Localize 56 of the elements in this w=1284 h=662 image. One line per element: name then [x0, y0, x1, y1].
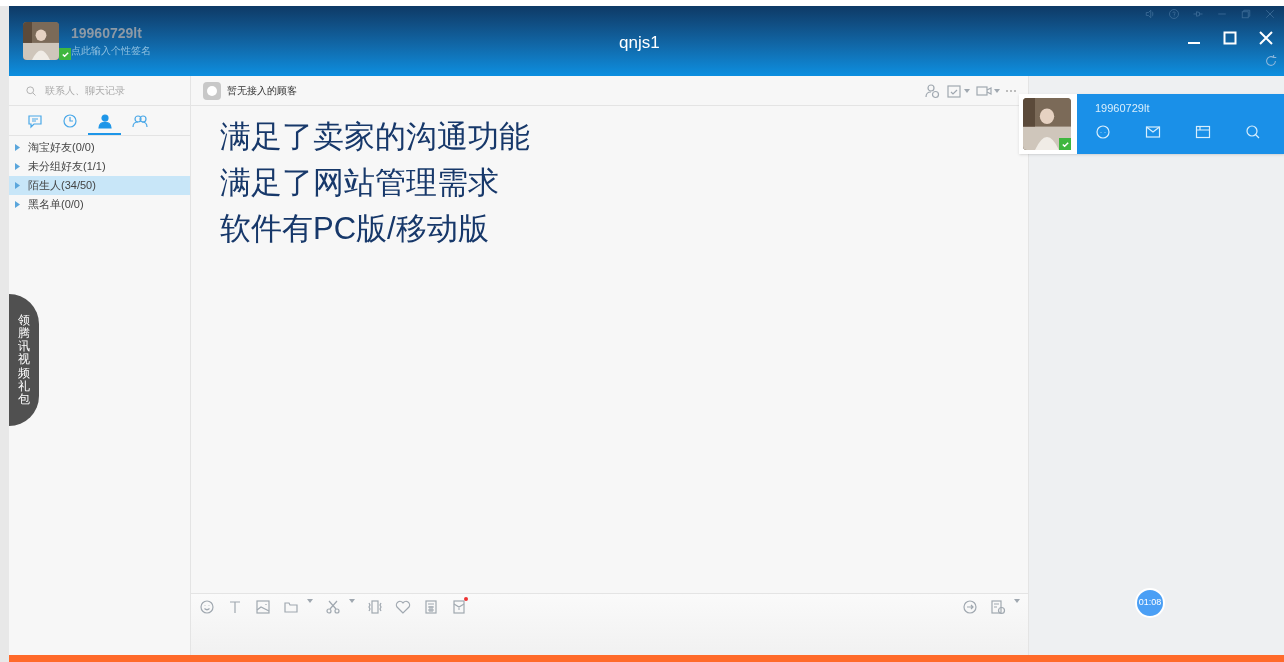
emoji-icon[interactable] — [199, 599, 215, 615]
pin-icon[interactable] — [1192, 8, 1204, 20]
calculator-icon[interactable] — [423, 599, 439, 615]
speaker-icon[interactable] — [1144, 8, 1156, 20]
chat-text: 满足了网站管理需求 — [220, 164, 500, 202]
expand-arrow-icon — [15, 144, 20, 151]
caret-icon[interactable] — [1014, 599, 1020, 603]
search-icon[interactable] — [1245, 124, 1261, 140]
timer-badge: 01:08 — [1135, 588, 1165, 618]
contact-group[interactable]: 淘宝好友(0/0) — [9, 138, 190, 157]
mail-icon[interactable] — [1145, 124, 1161, 140]
tab[interactable] — [88, 113, 121, 135]
avatar[interactable] — [23, 22, 59, 60]
expand-arrow-icon — [15, 163, 20, 170]
folder-icon[interactable] — [283, 599, 299, 615]
refresh-icon[interactable] — [1264, 54, 1278, 68]
expand-arrow-icon — [15, 201, 20, 208]
caret-icon[interactable] — [964, 88, 970, 93]
chat-status: 暂无接入的顾客 — [227, 84, 297, 98]
window-icon[interactable] — [1195, 124, 1211, 140]
contact-group[interactable]: 陌生人(34/50) — [9, 176, 190, 195]
calendar-check-icon[interactable] — [946, 82, 962, 99]
side-banner[interactable]: 领腾讯视频礼包 — [9, 294, 39, 426]
people-icon[interactable] — [131, 113, 148, 129]
caret-icon[interactable] — [349, 599, 355, 603]
contact-name: 19960729lt — [1095, 103, 1151, 114]
envelope-icon[interactable] — [451, 599, 467, 615]
restore-icon[interactable] — [1240, 8, 1252, 20]
window-title: qnjs1 — [619, 32, 660, 54]
caret-icon[interactable] — [994, 88, 1000, 93]
vibrate-icon[interactable] — [367, 599, 383, 615]
expand-arrow-icon — [15, 182, 20, 189]
add-person-icon[interactable] — [924, 82, 940, 99]
more-icon[interactable] — [1006, 89, 1016, 92]
contact-group[interactable]: 黑名单(0/0) — [9, 195, 190, 214]
contact-group[interactable]: 未分组好友(1/1) — [9, 157, 190, 176]
search-field[interactable]: 联系人、聊天记录 — [45, 83, 175, 98]
forward-icon[interactable] — [962, 599, 978, 615]
clock-icon[interactable] — [61, 113, 78, 129]
image-icon[interactable] — [255, 599, 271, 615]
caret-icon[interactable] — [307, 599, 313, 603]
chat-text: 软件有PC版/移动版 — [220, 210, 490, 248]
help-icon[interactable] — [1168, 8, 1180, 20]
face-icon[interactable] — [1095, 124, 1111, 140]
search-icon[interactable] — [25, 84, 37, 97]
scissors-icon[interactable] — [325, 599, 341, 615]
font-icon[interactable] — [227, 599, 243, 615]
chat-text: 满足了卖家的沟通功能 — [220, 118, 531, 156]
person-icon[interactable] — [96, 113, 113, 129]
maximize-icon[interactable] — [1222, 30, 1238, 46]
username: 19960729lt — [71, 26, 143, 40]
status-icon — [203, 81, 221, 100]
avatar[interactable] — [1023, 98, 1071, 150]
history-icon[interactable] — [990, 599, 1006, 615]
heart-icon[interactable] — [395, 599, 411, 615]
chat-bubble-icon[interactable] — [26, 113, 43, 129]
